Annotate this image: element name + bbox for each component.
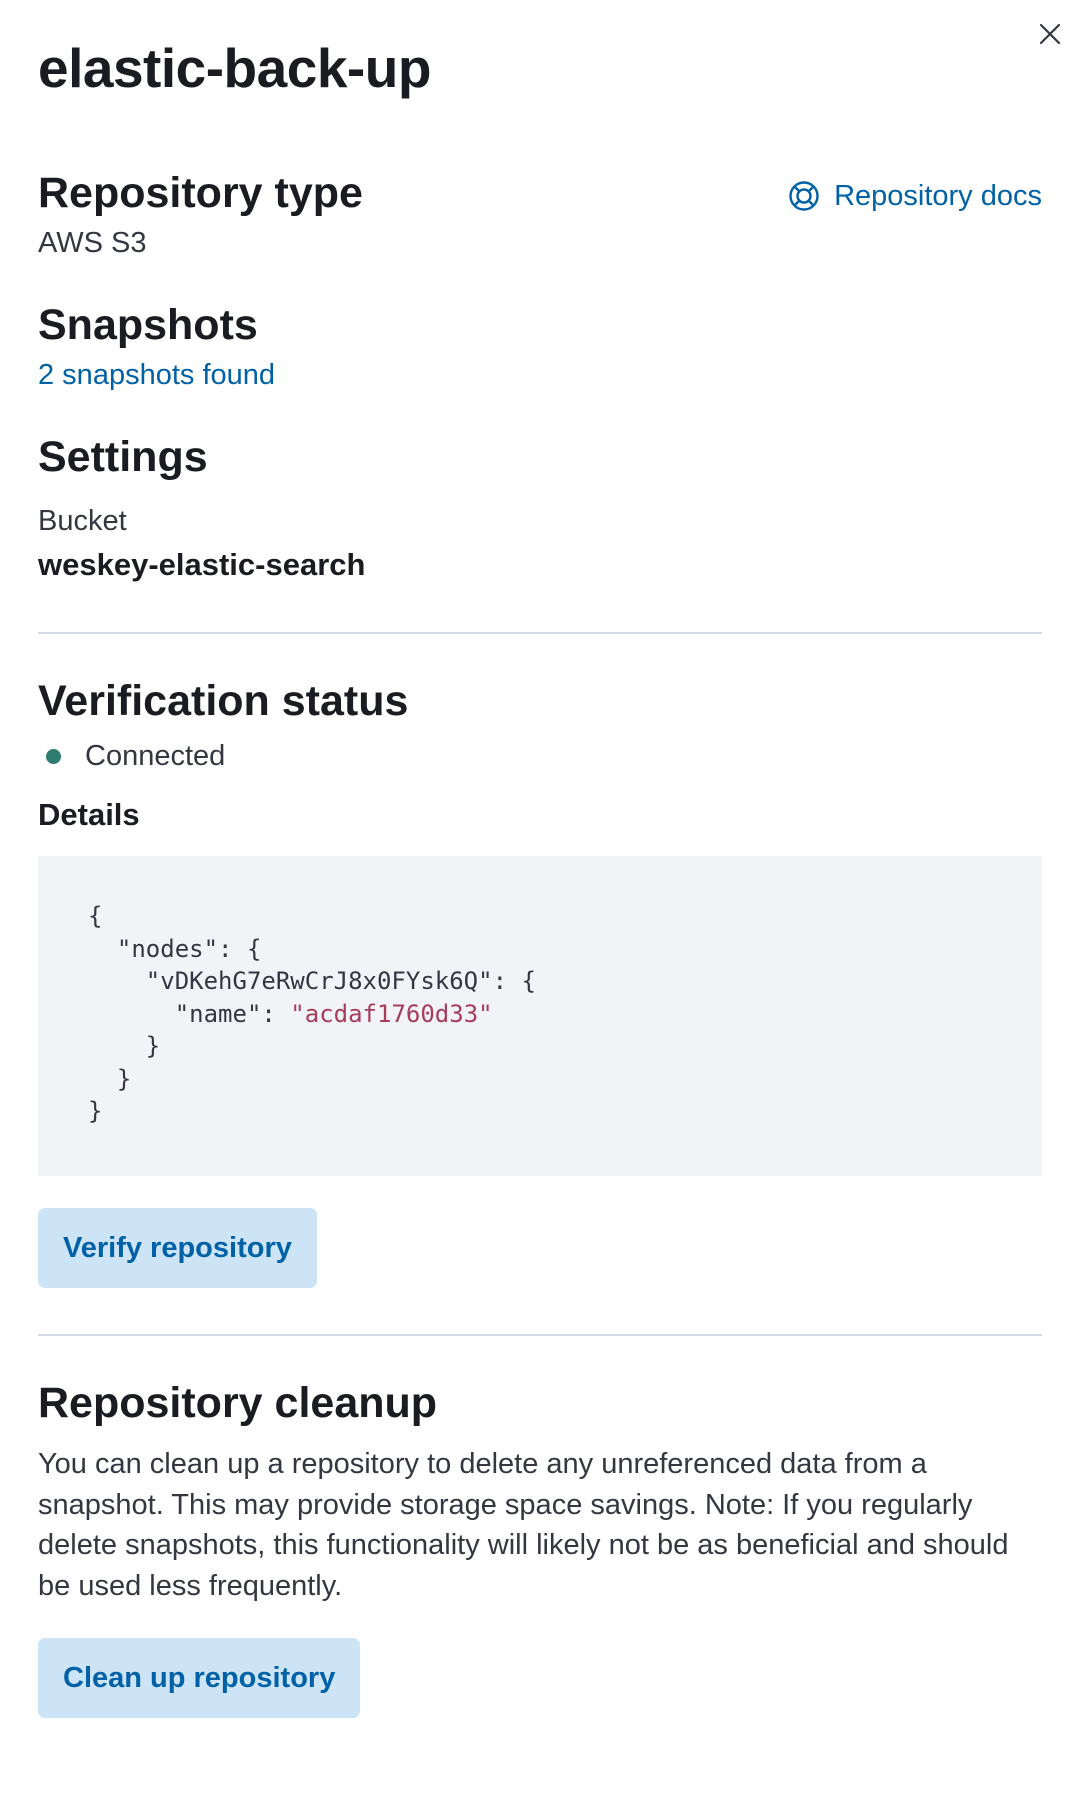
verification-section: Verification status Connected Details { …	[38, 674, 1042, 1288]
code-line: "vDKehG7eRwCrJ8x0FYsk6Q": {	[88, 967, 536, 995]
snapshots-heading: Snapshots	[38, 301, 258, 349]
details-heading: Details	[38, 797, 140, 832]
divider	[38, 1334, 1042, 1336]
status-text: Connected	[85, 740, 226, 772]
flyout-title: elastic-back-up	[38, 37, 431, 99]
close-icon	[1039, 23, 1061, 45]
verification-status-heading: Verification status	[38, 677, 409, 725]
help-lifebuoy-icon	[789, 181, 819, 211]
repository-type-value: AWS S3	[38, 227, 147, 259]
code-line-key: "name":	[88, 999, 291, 1028]
repository-cleanup-heading: Repository cleanup	[38, 1379, 438, 1427]
cleanup-description: You can clean up a repository to delete …	[38, 1448, 1009, 1602]
clean-up-repository-button[interactable]: Clean up repository	[38, 1638, 361, 1718]
repository-docs-label: Repository docs	[834, 180, 1042, 212]
code-line: }	[88, 1064, 132, 1093]
settings-section: Settings Bucket weskey-elastic-search	[38, 430, 1042, 586]
code-line: "nodes": {	[88, 934, 262, 963]
bucket-label: Bucket	[38, 505, 127, 537]
bucket-value: weskey-elastic-search	[38, 547, 366, 582]
snapshots-section: Snapshots 2 snapshots found	[38, 298, 1042, 396]
cleanup-section: Repository cleanup You can clean up a re…	[38, 1376, 1042, 1718]
details-code-block: { "nodes": { "vDKehG7eRwCrJ8x0FYsk6Q": {…	[38, 856, 1042, 1176]
verification-status: Connected	[38, 736, 1042, 776]
code-line-value: "acdaf1760d33"	[290, 999, 493, 1028]
repository-details-flyout: elastic-back-up Repository type AWS S3 R…	[38, 30, 1042, 1718]
verify-repository-button[interactable]: Verify repository	[38, 1208, 317, 1288]
code-line: }	[88, 1032, 161, 1060]
code-line: {	[88, 902, 103, 930]
repository-docs-link[interactable]: Repository docs	[788, 176, 1042, 216]
code-line: }	[88, 1097, 103, 1125]
settings-heading: Settings	[38, 433, 208, 481]
repository-type-section: Repository type AWS S3 Repository docs	[38, 166, 1042, 264]
snapshots-found-link[interactable]: 2 snapshots found	[38, 354, 275, 396]
status-dot-icon	[46, 748, 61, 764]
divider	[38, 632, 1042, 634]
